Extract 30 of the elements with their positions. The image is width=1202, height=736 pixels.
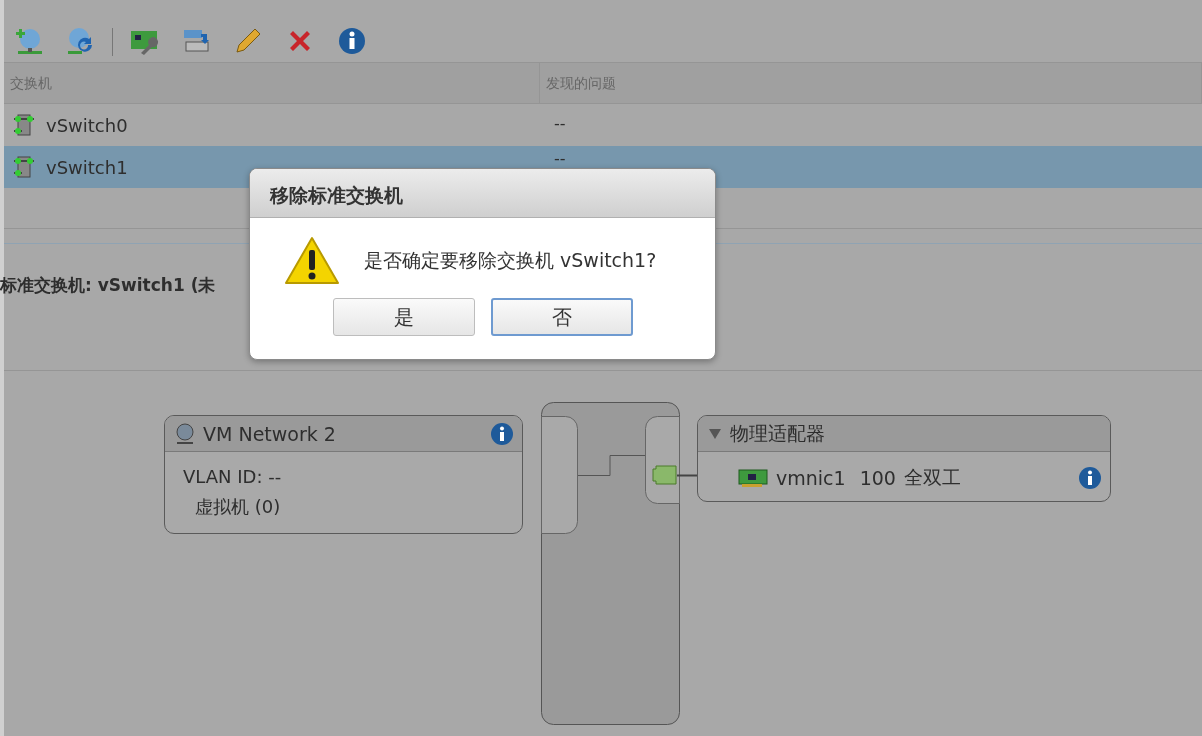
- adapter-title: 物理适配器: [730, 420, 826, 446]
- switch-icon: [12, 112, 36, 138]
- vm-count: 虚拟机 (0): [194, 495, 282, 519]
- warning-icon: [284, 236, 340, 286]
- info-icon[interactable]: [490, 421, 514, 446]
- network-card-icon: [738, 468, 768, 488]
- pencil-icon[interactable]: [233, 26, 263, 56]
- dialog-button[interactable]: 否: [491, 298, 633, 336]
- table-row[interactable]: vSwitch0 --: [4, 104, 1202, 146]
- info-icon[interactable]: [1078, 466, 1102, 490]
- section-heading: 标准交换机: vSwitch1 (未: [0, 276, 216, 294]
- info-icon[interactable]: [337, 26, 367, 56]
- vlan-label: VLAN ID: --: [182, 465, 283, 487]
- connector-line: [676, 474, 699, 477]
- connector-line: [577, 455, 646, 476]
- switch-name: vSwitch1: [46, 156, 128, 178]
- port-group-name: VM Network 2: [203, 422, 337, 445]
- dialog-title: 移除标准交换机: [250, 169, 715, 218]
- dialog-button[interactable]: 是: [333, 298, 475, 336]
- table-cell-text: --: [553, 148, 567, 168]
- nic-duplex: 全双工: [903, 465, 962, 490]
- switch-name: vSwitch0: [46, 114, 128, 136]
- switch-icon: [12, 154, 36, 180]
- nic-speed: 100: [858, 467, 896, 489]
- uplink-port-icon: [652, 465, 677, 485]
- dialog-message: 是否确定要移除交换机 vSwitch1?: [364, 248, 657, 273]
- globe-icon: [175, 422, 195, 445]
- collapse-triangle-icon[interactable]: [708, 427, 722, 440]
- nic-name: vmnic1: [776, 467, 846, 489]
- table-cell-text: --: [553, 113, 567, 133]
